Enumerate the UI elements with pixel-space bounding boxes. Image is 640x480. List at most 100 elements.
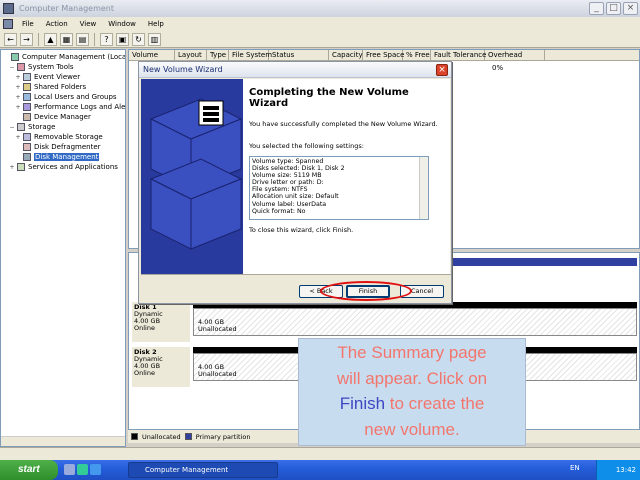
clock[interactable]: 13:42 <box>596 460 640 480</box>
tree-item-label: Services and Applications <box>28 163 118 171</box>
system-menu-icon[interactable] <box>3 19 13 29</box>
finish-highlight-ring <box>320 281 412 301</box>
node-icon <box>23 103 31 111</box>
navigation-tree: Computer Management (Local) − System Tools… <box>0 49 126 447</box>
properties-icon[interactable]: ▤ <box>76 32 89 46</box>
region-label: Unallocated <box>198 325 237 333</box>
callout-line-1: The Summary page <box>337 343 487 362</box>
column-header-free-space[interactable]: Free Space <box>363 50 404 60</box>
forward-icon[interactable]: → <box>20 32 33 46</box>
node-icon <box>23 73 31 81</box>
maximize-button[interactable]: □ <box>606 2 621 15</box>
window-controls: _ □ × <box>589 2 638 15</box>
column-header-type[interactable]: Type <box>207 50 229 60</box>
expand-toggle-icon[interactable]: + <box>15 134 21 141</box>
minimize-button[interactable]: _ <box>589 2 604 15</box>
expand-toggle-icon[interactable]: − <box>9 124 15 131</box>
disk-state: Online <box>134 324 155 332</box>
tree-item[interactable]: − System Tools <box>9 62 74 72</box>
tree-item-label: Event Viewer <box>34 73 81 81</box>
node-icon <box>23 93 31 101</box>
column-header-percent-free[interactable]: % Free <box>403 50 431 60</box>
close-instructions: To close this wizard, click Finish. <box>249 226 354 234</box>
expand-toggle-icon[interactable]: + <box>9 164 15 171</box>
menu-window[interactable]: Window <box>105 20 139 28</box>
tree-item-label: Storage <box>28 123 56 131</box>
menu-help[interactable]: Help <box>145 20 167 28</box>
expand-toggle-icon[interactable]: + <box>15 94 21 101</box>
node-icon <box>23 133 31 141</box>
tree-item-label: Disk Defragmenter <box>34 143 101 151</box>
show-tree-icon[interactable]: ▦ <box>60 32 73 46</box>
primary-swatch <box>184 433 192 440</box>
summary-line: Volume size: 5119 MB <box>252 172 322 180</box>
view-icon[interactable]: ▣ <box>116 32 129 46</box>
menu-file[interactable]: File <box>19 20 37 28</box>
unallocated-region[interactable]: 4.00 GB Unallocated <box>193 308 637 336</box>
tree-item[interactable]: Disk Defragmenter <box>15 142 101 152</box>
menu-view[interactable]: View <box>77 20 100 28</box>
disk-row[interactable]: Disk 1 Dynamic 4.00 GB Online 4.00 GB Un… <box>129 302 639 342</box>
callout-line-4: new volume. <box>364 419 460 439</box>
tree-item[interactable]: + Local Users and Groups <box>15 92 117 102</box>
language-indicator[interactable]: EN <box>570 464 580 472</box>
expand-toggle-icon[interactable]: − <box>9 64 15 71</box>
media-quicklaunch-icon[interactable] <box>77 464 88 475</box>
column-header-volume[interactable]: Volume <box>129 50 175 60</box>
tree-horizontal-scrollbar[interactable] <box>1 436 125 446</box>
column-header-capacity[interactable]: Capacity <box>329 50 363 60</box>
wizard-content: Completing the New Volume Wizard You hav… <box>243 79 450 274</box>
settings-summary-box[interactable]: Volume type: Spanned Disks selected: Disk… <box>249 156 429 220</box>
desktop-quicklaunch-icon[interactable] <box>64 464 75 475</box>
wizard-heading: Completing the New Volume Wizard <box>249 87 409 109</box>
column-header-overhead[interactable]: Overhead <box>485 50 545 60</box>
taskbar-item-computer-management[interactable]: Computer Management <box>128 462 278 478</box>
legend-primary: Primary partition <box>195 432 251 441</box>
column-header-fault-tolerance[interactable]: Fault Tolerance <box>431 50 486 60</box>
callout-highlight: Finish <box>339 394 386 413</box>
tree-item[interactable]: Device Manager <box>15 112 91 122</box>
expand-toggle-icon[interactable]: + <box>15 74 21 81</box>
column-header-layout[interactable]: Layout <box>175 50 207 60</box>
toolbar-divider <box>94 32 95 46</box>
tree-item[interactable]: Computer Management (Local) <box>3 52 126 62</box>
tree-item[interactable]: + Shared Folders <box>15 82 86 92</box>
close-button[interactable]: × <box>623 2 638 15</box>
window-title: Computer Management <box>19 4 115 13</box>
overhead-value: 0% <box>492 64 504 72</box>
column-header-status[interactable]: Status <box>269 50 329 60</box>
status-bar <box>0 447 640 460</box>
summary-scrollbar[interactable] <box>419 157 428 219</box>
refresh-icon[interactable]: ↻ <box>132 32 145 46</box>
dialog-close-button[interactable]: × <box>436 64 448 76</box>
wizard-side-banner <box>141 79 243 274</box>
region-size: 4.00 GB <box>198 318 225 326</box>
tree-item-label: Computer Management (Local) <box>22 53 126 61</box>
help-icon[interactable]: ? <box>100 32 113 46</box>
tree-item[interactable]: + Services and Applications <box>9 162 118 172</box>
export-icon[interactable]: ▥ <box>148 32 161 46</box>
disk-stack-graphic <box>149 98 243 250</box>
column-header-file-system[interactable]: File System <box>229 50 272 60</box>
new-volume-wizard-dialog: New Volume Wizard × Completing the New V… <box>138 61 452 304</box>
tree-item-label: System Tools <box>28 63 74 71</box>
start-button[interactable]: start <box>0 460 58 480</box>
tree-item[interactable]: + Event Viewer <box>15 72 80 82</box>
tree-item[interactable]: Disk Management <box>15 152 100 162</box>
tree-item[interactable]: + Removable Storage <box>15 132 103 142</box>
browser-quicklaunch-icon[interactable] <box>90 464 101 475</box>
node-icon <box>17 163 25 171</box>
callout-line-3: Finish to create the <box>299 391 525 417</box>
tree-item-label: Removable Storage <box>34 133 103 141</box>
up-folder-icon[interactable]: ▲ <box>44 32 57 46</box>
menu-action[interactable]: Action <box>43 20 71 28</box>
tree-item[interactable]: + Performance Logs and Alerts <box>15 102 125 112</box>
node-icon <box>23 113 31 121</box>
back-icon[interactable]: ← <box>4 32 17 46</box>
expand-toggle-icon[interactable]: + <box>15 104 21 111</box>
tree-item[interactable]: − Storage <box>9 122 55 132</box>
node-icon <box>17 123 25 131</box>
summary-line: Volume type: Spanned <box>252 158 324 165</box>
expand-toggle-icon[interactable]: + <box>15 84 21 91</box>
tree-item-label: Device Manager <box>34 113 91 121</box>
